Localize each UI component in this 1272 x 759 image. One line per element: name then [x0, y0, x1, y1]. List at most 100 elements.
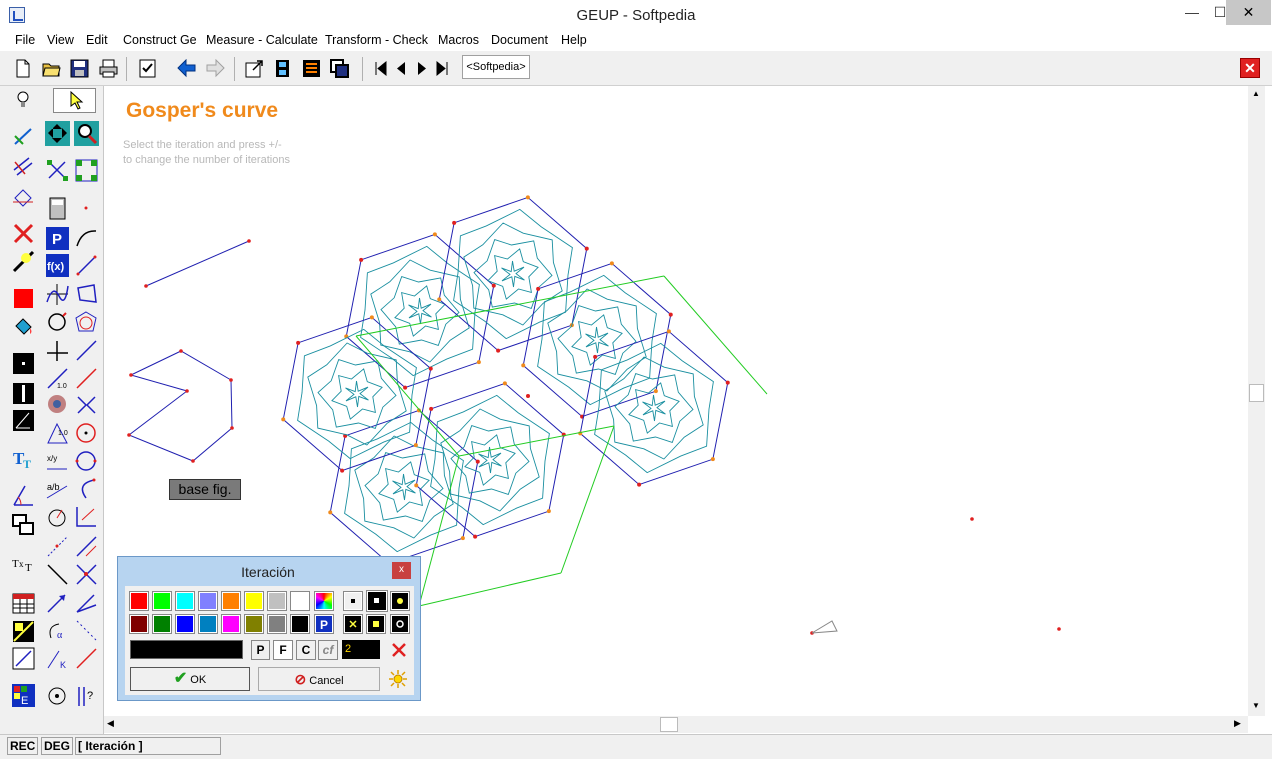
help-parallel-icon[interactable]: ?	[74, 684, 99, 709]
film-icon[interactable]	[271, 57, 294, 80]
text-tool-icon[interactable]: TT	[11, 446, 36, 471]
p-button[interactable]: P	[251, 640, 270, 660]
color-swatch[interactable]	[198, 614, 218, 634]
connect-points-icon[interactable]	[45, 158, 70, 183]
scroll-right-icon[interactable]: ▶	[1234, 718, 1241, 729]
prev-page-icon[interactable]	[392, 57, 410, 80]
color-swatch[interactable]	[175, 591, 195, 611]
dilation-icon[interactable]: K	[45, 646, 70, 671]
copy-window-icon[interactable]	[11, 513, 36, 538]
light-icon[interactable]	[11, 249, 36, 274]
point-icon[interactable]	[74, 196, 99, 221]
color-swatch[interactable]	[221, 614, 241, 634]
macro-icon[interactable]: E	[11, 683, 36, 708]
color-swatch[interactable]	[129, 614, 149, 634]
transform-icon[interactable]	[11, 184, 36, 209]
text-field[interactable]	[130, 640, 243, 659]
paint-bucket-icon[interactable]	[11, 314, 36, 339]
point-style-ring-icon[interactable]	[390, 614, 410, 634]
polygon-icon[interactable]	[74, 282, 99, 307]
color-swatch[interactable]	[244, 614, 264, 634]
fit-screen-icon[interactable]	[45, 121, 70, 146]
color-palette-icon[interactable]	[314, 591, 334, 611]
rotate-angle-icon[interactable]: α	[45, 618, 70, 643]
checklist-icon[interactable]	[136, 57, 159, 80]
color-swatch[interactable]	[198, 591, 218, 611]
close-document-button[interactable]: ✕	[1240, 58, 1260, 78]
vector-icon[interactable]	[45, 590, 70, 615]
open-folder-icon[interactable]	[40, 57, 63, 80]
measure-angle-icon[interactable]: 1.0	[45, 421, 70, 446]
color-swatch[interactable]	[267, 614, 287, 634]
save-icon[interactable]	[68, 57, 91, 80]
color-swatch[interactable]	[152, 591, 172, 611]
back-arrow-icon[interactable]	[175, 57, 198, 80]
point-style-box-icon[interactable]	[366, 590, 388, 612]
cf-button[interactable]: cf	[318, 640, 338, 660]
print-icon[interactable]	[97, 57, 120, 80]
list-icon[interactable]	[300, 57, 323, 80]
windows-icon[interactable]	[328, 57, 351, 80]
arc-icon[interactable]	[74, 226, 99, 251]
menu-construct[interactable]: Construct Ge	[123, 33, 197, 47]
label-icon[interactable]: a/b	[45, 476, 70, 501]
color-swatch[interactable]	[244, 591, 264, 611]
angle-mark-icon[interactable]	[11, 483, 36, 508]
close-button[interactable]: ✕	[1226, 0, 1271, 25]
c-button[interactable]: C	[296, 640, 316, 660]
perpendicular-icon[interactable]	[45, 338, 70, 363]
point-style-cross-icon[interactable]	[343, 614, 363, 634]
next-page-icon[interactable]	[413, 57, 431, 80]
grid-points-icon[interactable]	[74, 158, 99, 183]
forward-arrow-icon[interactable]	[204, 57, 227, 80]
horizontal-scrollbar[interactable]: ◀ ▶	[104, 716, 1248, 733]
axes-icon[interactable]	[74, 504, 99, 529]
bulb-icon[interactable]	[11, 88, 36, 113]
fill-color-red-icon[interactable]	[11, 286, 36, 311]
circle-points-icon[interactable]	[74, 449, 99, 474]
reflect-icon[interactable]	[74, 393, 99, 418]
red-line-icon[interactable]	[74, 646, 99, 671]
menu-measure[interactable]: Measure - Calculate	[206, 33, 318, 47]
table-icon[interactable]	[11, 591, 36, 616]
vertical-scroll-thumb[interactable]	[1249, 384, 1264, 402]
last-page-icon[interactable]	[433, 57, 451, 80]
menu-file[interactable]: File	[15, 33, 35, 47]
graph-icon[interactable]	[45, 282, 70, 307]
scroll-left-icon[interactable]: ◀	[107, 718, 114, 729]
scroll-up-icon[interactable]: ▲	[1252, 89, 1260, 98]
zoom-area-icon[interactable]	[11, 646, 36, 671]
ray-icon[interactable]	[74, 366, 99, 391]
export-icon[interactable]	[243, 57, 266, 80]
document-tab[interactable]: <Softpedia>	[462, 55, 530, 79]
webcam-icon[interactable]	[45, 393, 70, 418]
menu-document[interactable]: Document	[491, 33, 548, 47]
circle-center-icon[interactable]	[74, 421, 99, 446]
clear-icon[interactable]	[389, 640, 409, 660]
ratio-icon[interactable]: x/y	[45, 449, 70, 474]
inscribed-circle-icon[interactable]	[74, 310, 99, 335]
circle-rotate-icon[interactable]	[45, 310, 70, 335]
color-swatch[interactable]	[290, 614, 310, 634]
cancel-button[interactable]: ⊘ Cancel	[258, 667, 380, 691]
arc-three-point-icon[interactable]	[74, 476, 99, 501]
point-style-icon[interactable]	[11, 351, 36, 376]
angle-style-icon[interactable]	[11, 408, 36, 433]
menu-macros[interactable]: Macros	[438, 33, 479, 47]
compass-icon[interactable]	[45, 684, 70, 709]
intersection-icon[interactable]	[74, 562, 99, 587]
parameter-icon[interactable]: P	[45, 226, 70, 251]
color-swatch[interactable]	[221, 591, 241, 611]
menu-view[interactable]: View	[47, 33, 74, 47]
dotted-path-icon[interactable]	[74, 618, 99, 643]
f-button[interactable]: F	[273, 640, 293, 660]
construct-line-icon[interactable]	[11, 124, 36, 149]
color-swatch[interactable]	[267, 591, 287, 611]
segment-icon[interactable]	[74, 253, 99, 278]
bisector-icon[interactable]	[74, 534, 99, 559]
custom-color-icon[interactable]: P	[314, 614, 334, 634]
delete-icon[interactable]	[11, 221, 36, 246]
calculator-icon[interactable]	[45, 196, 70, 221]
line-icon[interactable]	[74, 338, 99, 363]
color-swatch[interactable]	[129, 591, 149, 611]
